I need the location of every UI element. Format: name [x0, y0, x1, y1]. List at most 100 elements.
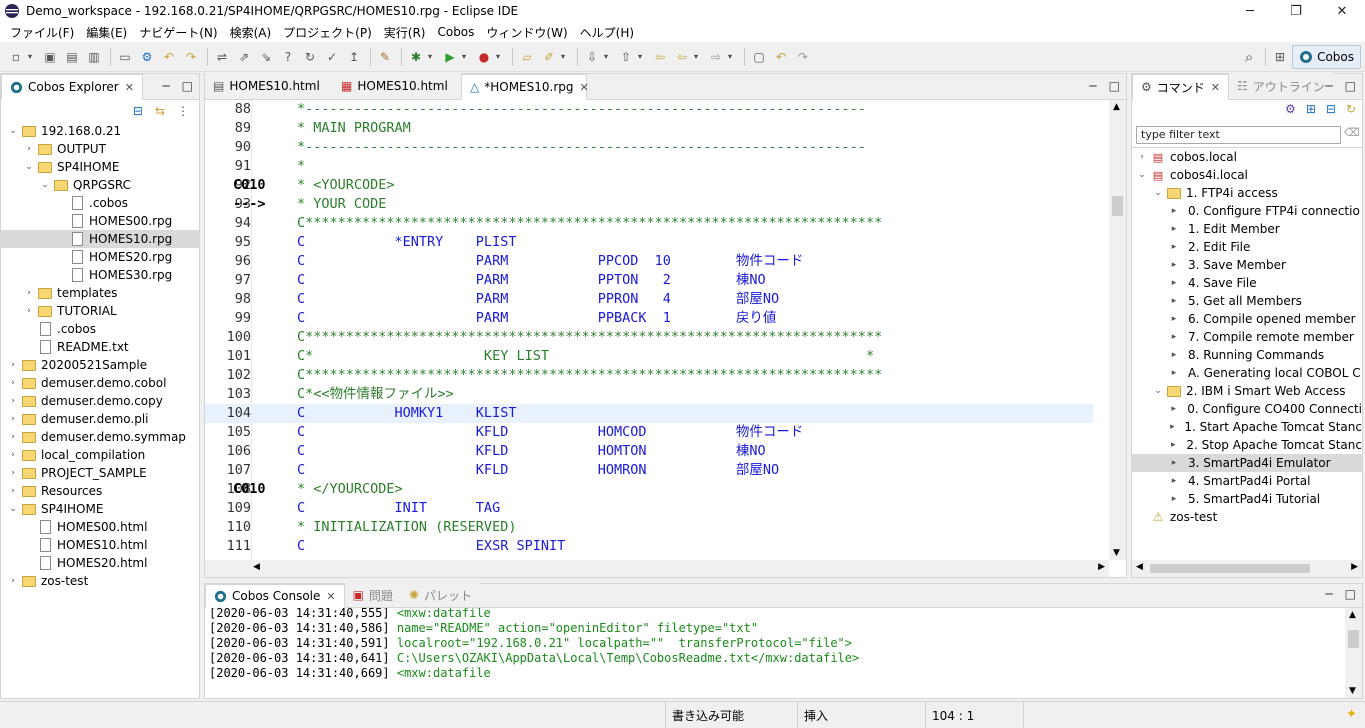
tab-cobos-explorer[interactable]: Cobos Explorer ✕	[1, 74, 143, 100]
tab-homes10-rpg[interactable]: △ *HOMES10.rpg ✕	[461, 74, 589, 100]
expand-toggle-icon[interactable]: ▸	[1168, 368, 1180, 378]
expand-toggle-icon[interactable]: ⌄	[39, 180, 51, 190]
expand-toggle-icon[interactable]: ▸	[1168, 458, 1180, 468]
collapse-all-icon[interactable]: ⊟	[133, 104, 143, 118]
tree-item[interactable]: ▸ 3. Save Member	[1132, 256, 1362, 274]
code-line[interactable]: 92 C010 * <YOURCODE>	[205, 176, 1093, 195]
console-vertical-scrollbar[interactable]: ▲ ▼	[1345, 608, 1362, 698]
code-line[interactable]: 95 C *ENTRY PLIST	[205, 233, 1093, 252]
menu-edit[interactable]: 編集(E)	[80, 24, 133, 41]
brush-icon[interactable]: ✎	[375, 47, 395, 67]
view-menu-icon[interactable]: ⋮	[177, 104, 189, 118]
link-icon[interactable]: ⇌	[212, 47, 232, 67]
close-tab-icon[interactable]: ✕	[326, 590, 335, 603]
last-edit-icon[interactable]: ⇦	[650, 47, 670, 67]
code-line[interactable]: 106 C KFLD HOMTON 棟NO	[205, 442, 1093, 461]
expand-toggle-icon[interactable]: ▸	[1168, 278, 1180, 288]
scroll-down-icon[interactable]: ▼	[1349, 686, 1356, 696]
code-line[interactable]: 93 ---> * YOUR CODE	[205, 195, 1093, 214]
tree-item[interactable]: ▸ 4. Save File	[1132, 274, 1362, 292]
expand-toggle-icon[interactable]: ▸	[1168, 332, 1180, 342]
tree-item[interactable]: ▸ 2. Edit File	[1132, 238, 1362, 256]
tree-item[interactable]: ⌄ ▤ cobos4i.local	[1132, 166, 1362, 184]
code-line[interactable]: 109 C INIT TAG	[205, 499, 1093, 518]
expand-toggle-icon[interactable]: ▸	[1168, 224, 1180, 234]
minimize-view-icon[interactable]: ─	[1089, 79, 1096, 93]
code-line[interactable]: 107 C KFLD HOMRON 部屋NO	[205, 461, 1093, 480]
tab-homes10-html-1[interactable]: ▤ HOMES10.html	[205, 73, 333, 99]
expand-toggle-icon[interactable]: ›	[7, 468, 19, 478]
expand-toggle-icon[interactable]: ›	[7, 450, 19, 460]
tree-item[interactable]: ▸ 0. Configure FTP4i connectio	[1132, 202, 1362, 220]
minimize-view-icon[interactable]: ─	[1325, 79, 1332, 93]
export-icon[interactable]: ⇗	[234, 47, 254, 67]
expand-toggle-icon[interactable]: ⌄	[7, 126, 19, 136]
run-dropdown-icon[interactable]: ▾	[462, 52, 470, 61]
tree-item[interactable]: ⌄ SP4IHOME	[1, 158, 199, 176]
scroll-thumb[interactable]	[1150, 564, 1310, 573]
menu-file[interactable]: ファイル(F)	[4, 24, 80, 41]
code-editor[interactable]: ▲ ▼ ◀ ▶ 88 *-----------------------------…	[205, 100, 1126, 577]
tree-item[interactable]: ▸ 8. Running Commands	[1132, 346, 1362, 364]
compile-icon[interactable]: ✓	[322, 47, 342, 67]
back-dropdown-icon[interactable]: ▾	[694, 52, 702, 61]
menu-cobos[interactable]: Cobos	[431, 25, 480, 39]
expand-toggle-icon[interactable]: ›	[23, 288, 35, 298]
expand-toggle-icon[interactable]: ›	[7, 378, 19, 388]
code-line[interactable]: 110 * INITIALIZATION (RESERVED)	[205, 518, 1093, 537]
expand-toggle-icon[interactable]: ›	[7, 360, 19, 370]
expand-toggle-icon[interactable]: ⌄	[1152, 386, 1164, 396]
code-line[interactable]: 101 C* KEY LIST *	[205, 347, 1093, 366]
tree-item[interactable]: › templates	[1, 284, 199, 302]
code-line[interactable]: 102 C************************************…	[205, 366, 1093, 385]
new-icon[interactable]: ▫	[6, 47, 26, 67]
code-line[interactable]: 94 C*************************************…	[205, 214, 1093, 233]
debug-icon[interactable]: ✱	[406, 47, 426, 67]
expand-toggle-icon[interactable]: ›	[7, 396, 19, 406]
tree-item[interactable]: HOMES00.html	[1, 518, 199, 536]
filter-input[interactable]: type filter text	[1136, 126, 1341, 144]
link-editor-icon[interactable]: ⇆	[155, 104, 165, 118]
upload-icon[interactable]: ↥	[344, 47, 364, 67]
back-icon[interactable]: ⇦	[672, 47, 692, 67]
code-line[interactable]: 88 *-------------------------------------…	[205, 100, 1093, 119]
expand-toggle-icon[interactable]: ▸	[1168, 494, 1180, 504]
tree-item[interactable]: › demuser.demo.pli	[1, 410, 199, 428]
tree-item[interactable]: ▸ 3. SmartPad4i Emulator	[1132, 454, 1362, 472]
tree-item[interactable]: ⌄ 2. IBM i Smart Web Access	[1132, 382, 1362, 400]
tree-item[interactable]: ▸ 0. Configure CO400 Connecti	[1132, 400, 1362, 418]
tree-item[interactable]: ▸ 2. Stop Apache Tomcat Stanc	[1132, 436, 1362, 454]
tree-item[interactable]: HOMES30.rpg	[1, 266, 199, 284]
tab-cobos-console[interactable]: Cobos Console ✕	[205, 584, 345, 608]
code-line[interactable]: 91 *	[205, 157, 1093, 176]
close-tab-icon[interactable]: ✕	[580, 81, 589, 94]
scroll-left-icon[interactable]: ◀	[1136, 562, 1143, 572]
undo2-icon[interactable]: ↶	[771, 47, 791, 67]
tree-item[interactable]: ⚠ zos-test	[1132, 508, 1362, 526]
tree-item[interactable]: ⌄ 1. FTP4i access	[1132, 184, 1362, 202]
cobos-perspective-button[interactable]: Cobos	[1292, 45, 1361, 69]
tree-item[interactable]: ▸ 4. SmartPad4i Portal	[1132, 472, 1362, 490]
tree-item[interactable]: › OUTPUT	[1, 140, 199, 158]
code-line[interactable]: 111 C EXSR SPINIT	[205, 537, 1093, 556]
expand-toggle-icon[interactable]: ▸	[1168, 296, 1180, 306]
tree-item[interactable]: ▸ 5. Get all Members	[1132, 292, 1362, 310]
tab-commands[interactable]: ⚙ コマンド ✕	[1132, 74, 1229, 100]
tree-item[interactable]: HOMES20.html	[1, 554, 199, 572]
tree-item[interactable]: HOMES10.rpg	[1, 230, 199, 248]
undo-icon[interactable]: ↶	[159, 47, 179, 67]
tree-item[interactable]: › zos-test	[1, 572, 199, 590]
minimize-view-icon[interactable]: ─	[1325, 587, 1332, 601]
menu-navigate[interactable]: ナビゲート(N)	[133, 24, 223, 41]
open-folder-icon[interactable]: ▱	[517, 47, 537, 67]
menu-window[interactable]: ウィンドウ(W)	[480, 24, 573, 41]
expand-toggle-icon[interactable]: ›	[23, 144, 35, 154]
external-dropdown-icon[interactable]: ▾	[496, 52, 504, 61]
pin-editor-icon[interactable]: ▢	[749, 47, 769, 67]
prev-annotation-dropdown-icon[interactable]: ▾	[638, 52, 646, 61]
close-tab-icon[interactable]: ✕	[1211, 81, 1220, 94]
expand-toggle-icon[interactable]: ⌄	[1152, 188, 1164, 198]
expand-toggle-icon[interactable]: ▸	[1168, 476, 1180, 486]
close-tab-icon[interactable]: ✕	[125, 81, 134, 94]
scroll-right-icon[interactable]: ▶	[1351, 562, 1358, 572]
